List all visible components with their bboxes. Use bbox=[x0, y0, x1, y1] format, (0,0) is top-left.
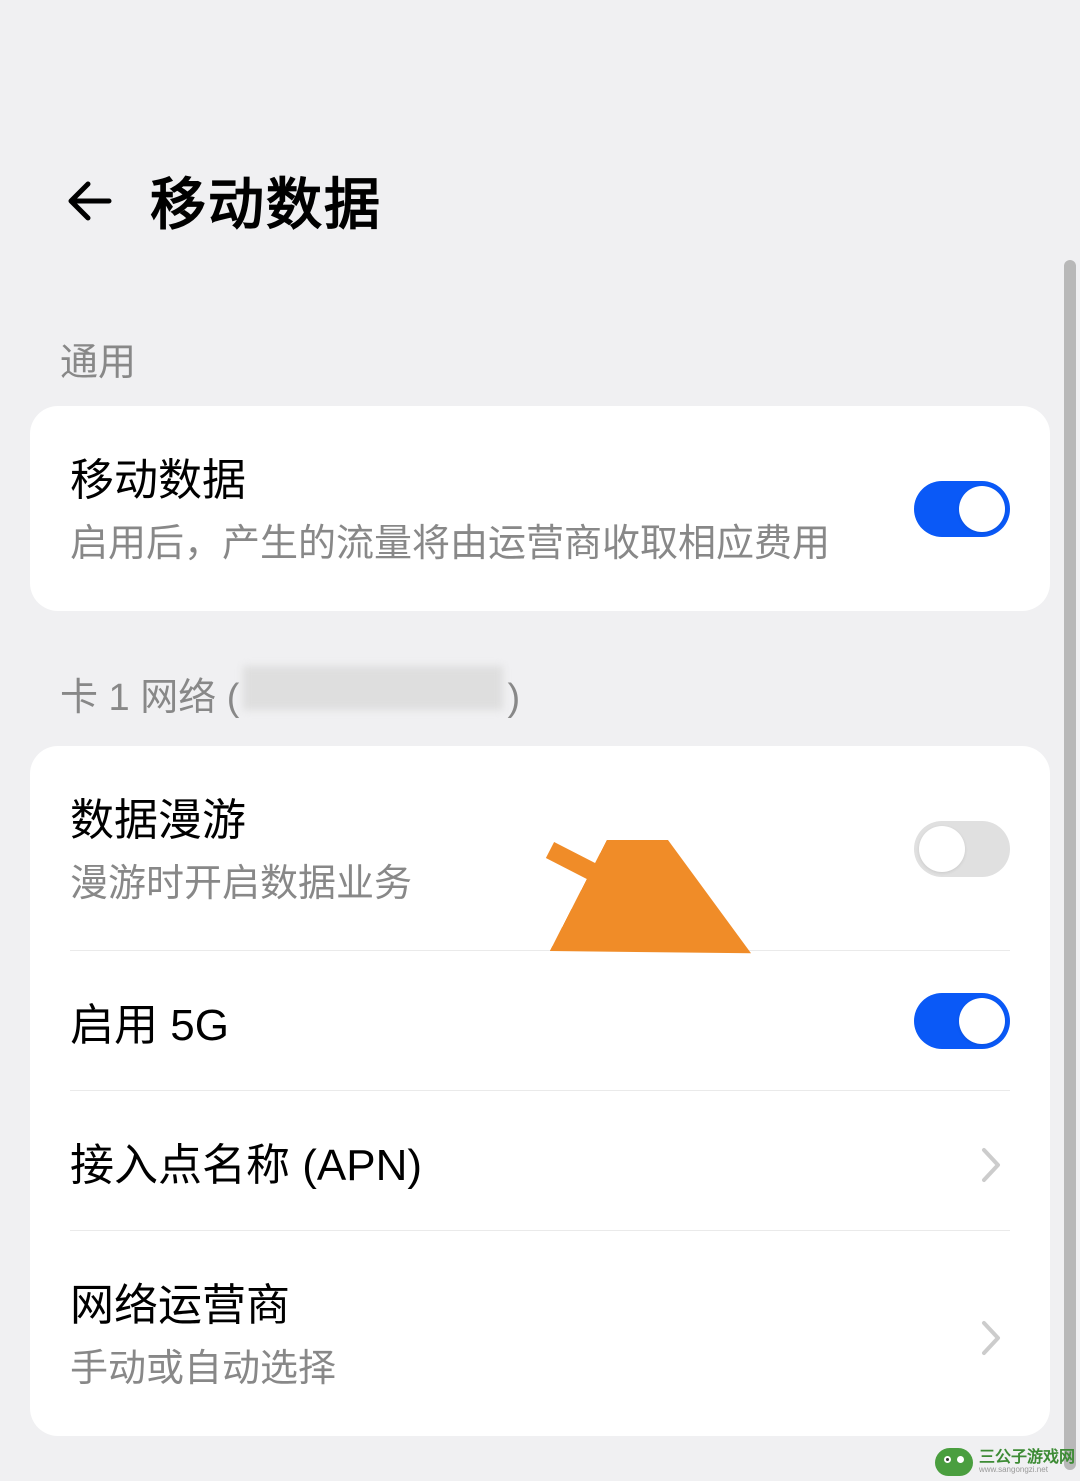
chevron-right-icon bbox=[980, 1319, 1002, 1357]
general-card: 移动数据 启用后，产生的流量将由运营商收取相应费用 bbox=[30, 406, 1050, 611]
apn-chevron bbox=[980, 1146, 1010, 1176]
sim1-carrier-redacted bbox=[243, 666, 503, 710]
data-roaming-row[interactable]: 数据漫游 漫游时开启数据业务 bbox=[30, 746, 1050, 951]
enable-5g-toggle[interactable] bbox=[914, 993, 1010, 1049]
mobile-data-desc: 启用后，产生的流量将由运营商收取相应费用 bbox=[70, 516, 894, 573]
mobile-data-toggle[interactable] bbox=[914, 481, 1010, 537]
back-button[interactable] bbox=[60, 173, 115, 228]
mobile-data-row[interactable]: 移动数据 启用后，产生的流量将由运营商收取相应费用 bbox=[30, 406, 1050, 611]
mobile-data-text: 移动数据 启用后，产生的流量将由运营商收取相应费用 bbox=[70, 444, 914, 573]
back-arrow-icon bbox=[63, 176, 113, 226]
data-roaming-text: 数据漫游 漫游时开启数据业务 bbox=[70, 784, 914, 913]
sim1-label-suffix: ) bbox=[507, 677, 520, 720]
carrier-desc: 手动或自动选择 bbox=[70, 1341, 960, 1398]
apn-text: 接入点名称 (APN) bbox=[70, 1129, 980, 1193]
watermark-name: 三公子游戏网 bbox=[979, 1450, 1075, 1466]
watermark-logo-icon bbox=[935, 1448, 973, 1476]
sim1-label-prefix: 卡 1 网络 ( bbox=[60, 666, 239, 721]
apn-row[interactable]: 接入点名称 (APN) bbox=[30, 1091, 1050, 1231]
data-roaming-title: 数据漫游 bbox=[70, 784, 894, 848]
enable-5g-text: 启用 5G bbox=[70, 989, 914, 1053]
data-roaming-desc: 漫游时开启数据业务 bbox=[70, 856, 894, 913]
chevron-right-icon bbox=[980, 1146, 1002, 1184]
carrier-row[interactable]: 网络运营商 手动或自动选择 bbox=[30, 1231, 1050, 1436]
apn-title: 接入点名称 (APN) bbox=[70, 1129, 960, 1193]
data-roaming-toggle[interactable] bbox=[914, 821, 1010, 877]
page-title: 移动数据 bbox=[150, 160, 382, 241]
watermark-url: www.sangongzi.net bbox=[979, 1466, 1075, 1474]
carrier-chevron bbox=[980, 1319, 1010, 1349]
general-section-label: 通用 bbox=[0, 291, 1080, 406]
sim1-card: 数据漫游 漫游时开启数据业务 启用 5G 接入点名称 (APN) 网络运营商 手… bbox=[30, 746, 1050, 1436]
carrier-text: 网络运营商 手动或自动选择 bbox=[70, 1269, 980, 1398]
scrollbar[interactable] bbox=[1064, 260, 1076, 1470]
enable-5g-title: 启用 5G bbox=[70, 989, 894, 1053]
mobile-data-title: 移动数据 bbox=[70, 444, 894, 508]
page-header: 移动数据 bbox=[0, 0, 1080, 291]
enable-5g-row[interactable]: 启用 5G bbox=[30, 951, 1050, 1091]
carrier-title: 网络运营商 bbox=[70, 1269, 960, 1333]
watermark: 三公子游戏网 www.sangongzi.net bbox=[935, 1448, 1075, 1476]
sim1-section-label: 卡 1 网络 ( ) bbox=[0, 611, 1080, 746]
